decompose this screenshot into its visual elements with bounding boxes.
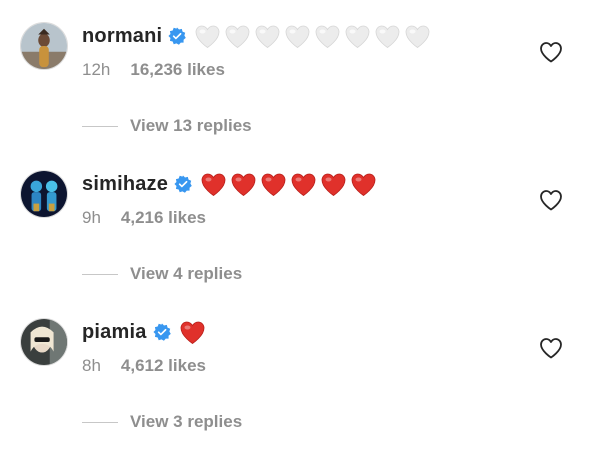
comment-meta: 8h 4,612 likes <box>82 356 206 376</box>
username[interactable]: piamia <box>82 321 147 344</box>
white-heart-emoji-icon <box>255 25 280 48</box>
avatar[interactable] <box>20 170 68 218</box>
view-replies-label: View 4 replies <box>130 264 243 283</box>
view-replies-label: View 13 replies <box>130 116 252 135</box>
comment-header: simihaze <box>82 170 380 198</box>
white-heart-emoji-icon <box>285 25 310 48</box>
comment-emoji <box>194 24 434 49</box>
comment-meta: 12h 16,236 likes <box>82 60 225 80</box>
white-heart-emoji-icon <box>225 25 250 48</box>
avatar[interactable] <box>20 22 68 70</box>
likes-count[interactable]: 4,612 likes <box>121 356 206 376</box>
red-heart-emoji-icon <box>291 173 316 196</box>
comment-time[interactable]: 12h <box>82 60 110 80</box>
heart-outline-icon[interactable] <box>539 337 563 359</box>
replies-divider <box>82 125 118 127</box>
red-heart-emoji-icon <box>351 173 376 196</box>
red-heart-emoji-icon <box>180 321 204 344</box>
replies-divider <box>82 421 118 423</box>
comment-item: piamia 8h 4,612 likes View 3 replies <box>0 296 595 444</box>
red-heart-emoji-icon <box>231 173 256 196</box>
red-heart-emoji-icon <box>321 173 346 196</box>
username[interactable]: simihaze <box>82 173 168 196</box>
replies-divider <box>82 273 118 275</box>
verified-badge-icon <box>174 175 192 193</box>
verified-badge-icon <box>168 27 187 45</box>
comment-time[interactable]: 9h <box>82 208 101 228</box>
comment-emoji <box>200 172 380 197</box>
view-replies-button[interactable]: View 4 replies <box>82 264 242 284</box>
view-replies-button[interactable]: View 3 replies <box>82 412 242 432</box>
comment-emoji <box>179 320 209 345</box>
comment-time[interactable]: 8h <box>82 356 101 376</box>
white-heart-emoji-icon <box>405 25 430 48</box>
comment-header: piamia <box>82 318 209 346</box>
white-heart-emoji-icon <box>315 25 340 48</box>
white-heart-emoji-icon <box>375 25 400 48</box>
avatar[interactable] <box>20 318 68 366</box>
heart-outline-icon[interactable] <box>539 189 563 211</box>
username[interactable]: normani <box>82 25 162 48</box>
comment-item: simihaze 9h 4,216 likes View 4 replies <box>0 148 595 296</box>
white-heart-emoji-icon <box>345 25 370 48</box>
red-heart-emoji-icon <box>201 173 226 196</box>
comment-item: normani 12h 16,236 likes View 13 replies <box>0 0 595 148</box>
red-heart-emoji-icon <box>261 173 286 196</box>
comment-meta: 9h 4,216 likes <box>82 208 206 228</box>
view-replies-button[interactable]: View 13 replies <box>82 116 252 136</box>
verified-badge-icon <box>153 323 171 341</box>
white-heart-emoji-icon <box>195 25 220 48</box>
likes-count[interactable]: 4,216 likes <box>121 208 206 228</box>
view-replies-label: View 3 replies <box>130 412 243 431</box>
heart-outline-icon[interactable] <box>539 41 563 63</box>
comment-header: normani <box>82 22 434 50</box>
likes-count[interactable]: 16,236 likes <box>130 60 225 80</box>
